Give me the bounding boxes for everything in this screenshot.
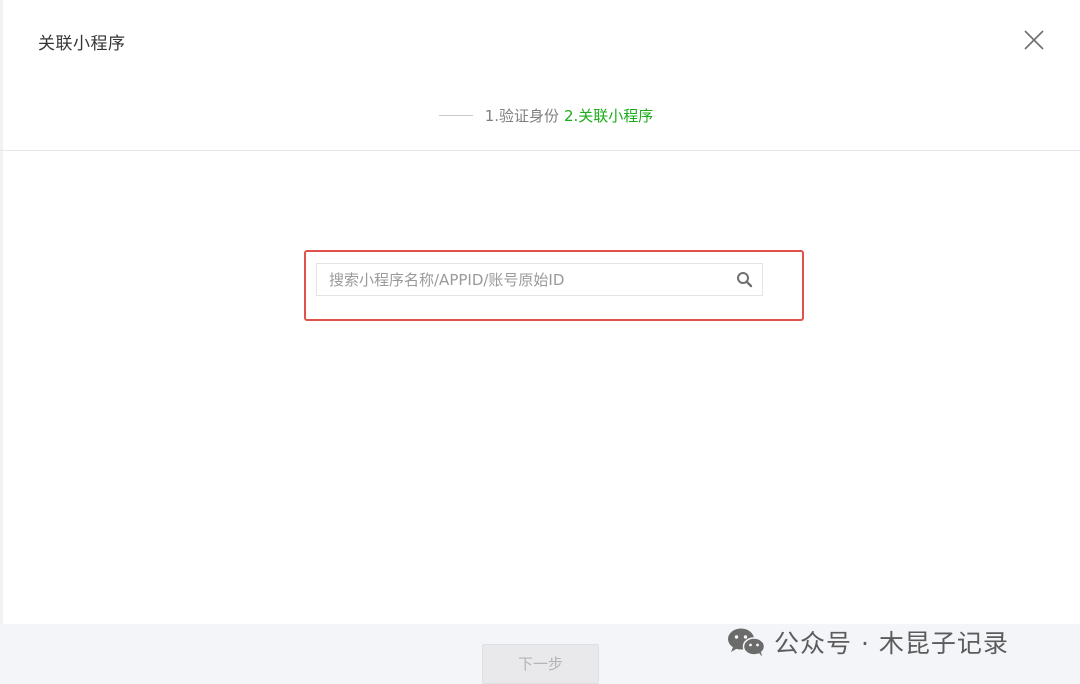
step-connector-line xyxy=(438,114,473,116)
close-button[interactable] xyxy=(1018,24,1050,56)
wechat-icon xyxy=(728,628,766,657)
close-icon xyxy=(1024,30,1044,50)
step-associate-miniprogram: 2.关联小程序 xyxy=(564,106,654,125)
associate-miniprogram-dialog: 关联小程序 1.验证身份 2.关联小程序 下一步 xyxy=(0,0,1080,684)
search-input[interactable] xyxy=(317,264,741,295)
search-box xyxy=(316,263,763,296)
step-indicator: 1.验证身份 2.关联小程序 xyxy=(0,100,1080,130)
watermark-text: 公众号 · 木昆子记录 xyxy=(774,629,1009,658)
dialog-header: 关联小程序 xyxy=(0,0,1080,80)
step-verify-identity: 1.验证身份 xyxy=(484,106,559,125)
next-button[interactable]: 下一步 xyxy=(482,644,599,684)
header-divider xyxy=(0,150,1080,151)
dialog-title: 关联小程序 xyxy=(38,34,126,54)
search-icon[interactable] xyxy=(736,271,754,289)
watermark: 公众号 · 木昆子记录 xyxy=(726,624,1009,660)
